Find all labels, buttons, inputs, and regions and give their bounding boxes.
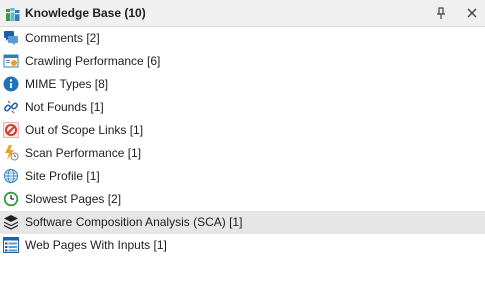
list-item-label: Comments [2]	[25, 31, 100, 45]
list-item-out-of-scope-links[interactable]: Out of Scope Links [1]	[0, 119, 485, 142]
list-item-label: Site Profile [1]	[25, 169, 100, 183]
list-item-comments[interactable]: Comments [2]	[0, 27, 485, 50]
list-item-scan-performance[interactable]: Scan Performance [1]	[0, 142, 485, 165]
list-item-software-composition-analysis[interactable]: Software Composition Analysis (SCA) [1]	[0, 211, 485, 234]
panel-header: Knowledge Base (10)	[0, 0, 485, 27]
globe-icon	[3, 168, 19, 184]
list-item-mime-types[interactable]: MIME Types [8]	[0, 73, 485, 96]
prohibited-icon	[3, 122, 19, 138]
broken-link-icon	[3, 99, 19, 115]
list-item-label: Software Composition Analysis (SCA) [1]	[25, 215, 243, 229]
layers-icon	[3, 214, 19, 230]
knowledge-base-books-icon	[5, 6, 21, 22]
pin-icon[interactable]	[434, 6, 448, 20]
list-item-slowest-pages[interactable]: Slowest Pages [2]	[0, 188, 485, 211]
list-item-label: Not Founds [1]	[25, 100, 104, 114]
clock-icon	[3, 191, 19, 207]
lightning-clock-icon	[3, 145, 19, 161]
list-item-label: Scan Performance [1]	[25, 146, 142, 160]
list-item-label: MIME Types [8]	[25, 77, 109, 91]
comments-icon	[3, 30, 19, 46]
list-item-label: Crawling Performance [6]	[25, 54, 161, 68]
list-item-label: Web Pages With Inputs [1]	[25, 238, 167, 252]
info-icon	[3, 76, 19, 92]
list-item-label: Slowest Pages [2]	[25, 192, 122, 206]
form-list-icon	[3, 237, 19, 253]
panel-title: Knowledge Base (10)	[25, 6, 146, 20]
list-item-site-profile[interactable]: Site Profile [1]	[0, 165, 485, 188]
close-icon[interactable]	[465, 6, 479, 20]
crawling-performance-icon	[3, 53, 19, 69]
knowledge-base-panel: Knowledge Base (10) Comments [2] Crawlin…	[0, 0, 485, 282]
list-item-not-founds[interactable]: Not Founds [1]	[0, 96, 485, 119]
list-item-label: Out of Scope Links [1]	[25, 123, 144, 137]
list-item-web-pages-with-inputs[interactable]: Web Pages With Inputs [1]	[0, 234, 485, 257]
knowledge-base-list: Comments [2] Crawling Performance [6] MI…	[0, 27, 485, 257]
list-item-crawling-performance[interactable]: Crawling Performance [6]	[0, 50, 485, 73]
